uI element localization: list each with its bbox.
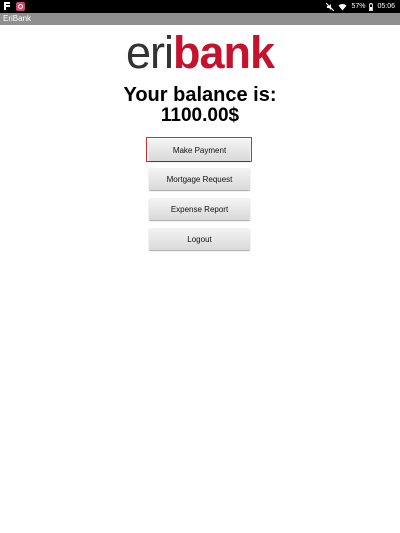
instagram-icon xyxy=(15,2,25,11)
make-payment-button[interactable]: Make Payment xyxy=(149,139,250,161)
expense-report-button[interactable]: Expense Report xyxy=(149,198,250,220)
status-right: 57% 05:06 xyxy=(326,2,395,11)
mortgage-request-button[interactable]: Mortgage Request xyxy=(149,168,250,190)
wifi-icon xyxy=(338,3,347,10)
status-bar: 57% 05:06 xyxy=(0,0,400,13)
eribank-logo: eribank xyxy=(0,28,400,78)
app-title-bar: EriBank xyxy=(0,13,400,25)
battery-icon xyxy=(369,2,374,11)
battery-percent: 57% xyxy=(351,3,366,10)
clock: 05:06 xyxy=(377,3,395,10)
flipboard-icon xyxy=(3,2,11,10)
notification-icons xyxy=(3,2,25,11)
logout-button[interactable]: Logout xyxy=(149,228,250,250)
mute-icon xyxy=(326,2,335,11)
balance-amount: 1100.00$ xyxy=(160,105,240,126)
logo-bank-text: bank xyxy=(172,27,275,78)
logo-eri-text: eri xyxy=(125,27,174,78)
app-title: EriBank xyxy=(3,14,32,23)
